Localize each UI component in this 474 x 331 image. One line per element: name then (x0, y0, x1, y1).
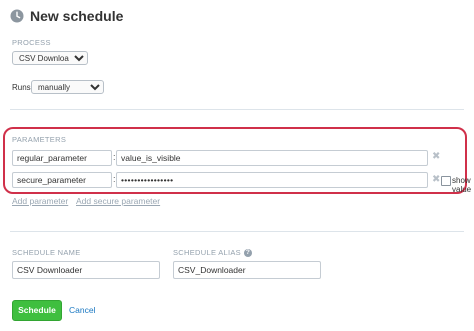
show-value-label: show value (452, 176, 472, 194)
cancel-link[interactable]: Cancel (69, 305, 95, 315)
secure-parameter-value-input[interactable]: •••••••••••••••• (116, 172, 428, 188)
clock-icon (10, 9, 24, 23)
help-icon[interactable]: ? (243, 249, 252, 258)
divider (10, 109, 464, 110)
process-select[interactable]: CSV Downloader (12, 51, 88, 65)
schedule-alias-text: SCHEDULE ALIAS (173, 248, 241, 257)
show-value-checkbox[interactable] (441, 176, 451, 186)
page-header: New schedule (10, 8, 123, 24)
process-label: PROCESS (12, 38, 51, 47)
schedule-name-label: SCHEDULE NAME (12, 248, 81, 257)
parameter-value-input[interactable]: value_is_visible (116, 150, 428, 166)
schedule-name-input[interactable]: CSV Downloader (12, 261, 160, 279)
schedule-alias-label: SCHEDULE ALIAS? (173, 248, 252, 258)
divider (10, 231, 464, 232)
add-secure-parameter-link[interactable]: Add secure parameter (76, 196, 160, 206)
schedule-button[interactable]: Schedule (12, 300, 62, 321)
parameter-name-input[interactable]: regular_parameter (12, 150, 112, 166)
remove-parameter-icon[interactable]: ✖ (432, 152, 440, 162)
schedule-alias-input[interactable]: CSV_Downloader (173, 261, 321, 279)
secure-parameter-name-input[interactable]: secure_parameter (12, 172, 112, 188)
parameters-label: PARAMETERS (12, 135, 67, 144)
add-parameter-link[interactable]: Add parameter (12, 196, 68, 206)
remove-secure-parameter-icon[interactable]: ✖ (432, 175, 440, 185)
runs-label: Runs (12, 83, 31, 92)
runs-select[interactable]: manually (31, 80, 104, 94)
page-title: New schedule (30, 8, 124, 24)
